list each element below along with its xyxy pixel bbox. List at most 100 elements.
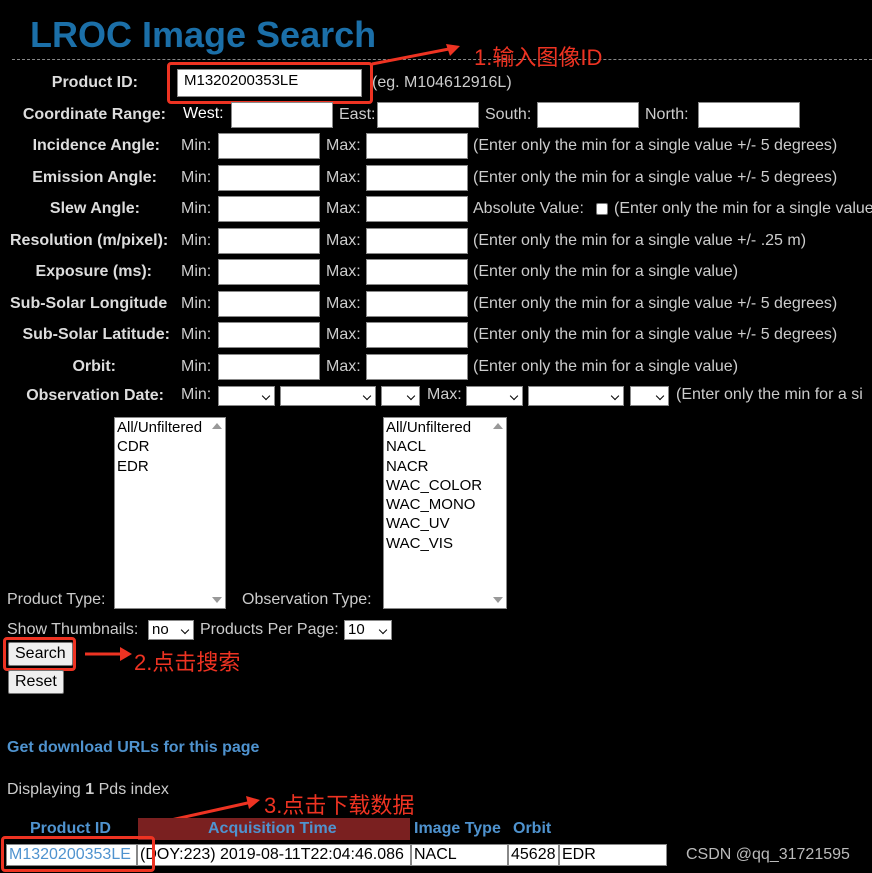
absolute-value-label: Absolute Value:: [473, 200, 584, 217]
slew-angle-label: Slew Angle:: [49, 200, 140, 217]
max-label: Max:: [326, 263, 361, 280]
result-image-type: NACL: [411, 844, 508, 866]
observation-type-option[interactable]: WAC_MONO: [384, 495, 506, 514]
north-label: North:: [645, 106, 689, 123]
max-label: Max:: [326, 326, 361, 343]
product-type-scrollbar[interactable]: [208, 418, 225, 608]
observation-date-label: Observation Date:: [26, 387, 164, 404]
annotation-step1: 1.输入图像ID: [474, 45, 603, 70]
slew-min-input[interactable]: [218, 196, 320, 222]
product-id-hint: (eg. M104612916L): [372, 74, 512, 91]
observation-type-option[interactable]: NACL: [384, 437, 506, 456]
sub-solar-longitude-hint: (Enter only the min for a single value +…: [473, 295, 838, 312]
west-label: West:: [183, 105, 224, 122]
incidence-min-input[interactable]: [218, 133, 320, 159]
orbit-max-input[interactable]: [366, 354, 468, 380]
product-type-listbox[interactable]: All/Unfiltered CDR EDR: [114, 417, 226, 609]
incidence-max-input[interactable]: [366, 133, 468, 159]
observation-type-listbox[interactable]: All/Unfiltered NACL NACR WAC_COLOR WAC_M…: [383, 417, 507, 609]
emission-hint: (Enter only the min for a single value +…: [473, 169, 838, 186]
sub-solar-longitude-max-input[interactable]: [366, 291, 468, 317]
result-orbit: 45628: [508, 844, 559, 866]
displaying-prefix: Displaying: [7, 781, 81, 798]
south-label: South:: [485, 106, 532, 123]
emission-min-input[interactable]: [218, 165, 320, 191]
exposure-min-input[interactable]: [218, 259, 320, 285]
east-label: East:: [339, 106, 376, 123]
observation-type-option[interactable]: NACR: [384, 457, 506, 476]
product-id-label: Product ID:: [51, 74, 138, 91]
observation-type-option[interactable]: WAC_COLOR: [384, 476, 506, 495]
annotation-arrow-1: [371, 44, 460, 66]
max-label: Max:: [326, 169, 361, 186]
observation-type-scrollbar[interactable]: [489, 418, 506, 608]
incidence-angle-label: Incidence Angle:: [32, 137, 160, 154]
min-label: Min:: [181, 326, 212, 343]
resolution-hint: (Enter only the min for a single value +…: [473, 232, 807, 249]
sub-solar-latitude-label: Sub-Solar Latitude:: [22, 326, 170, 343]
column-header-acquisition-time[interactable]: Acquisition Time: [208, 820, 337, 838]
sub-solar-longitude-label: Sub-Solar Longitude: [10, 295, 168, 312]
emission-max-input[interactable]: [366, 165, 468, 191]
min-label: Min:: [181, 295, 212, 312]
slew-max-input[interactable]: [366, 196, 468, 222]
max-label: Max:: [326, 358, 361, 375]
date-min-year-select[interactable]: [381, 386, 420, 406]
min-label: Min:: [181, 169, 212, 186]
date-max-day-select[interactable]: [528, 386, 624, 406]
date-max-month-select[interactable]: [466, 386, 523, 406]
download-urls-link[interactable]: Get download URLs for this page: [7, 739, 259, 757]
column-header-orbit[interactable]: Orbit: [513, 820, 551, 838]
min-label: Min:: [181, 263, 212, 280]
column-header-image-type[interactable]: Image Type: [414, 820, 501, 838]
date-min-label: Min:: [181, 386, 212, 403]
date-min-day-select[interactable]: [280, 386, 376, 406]
date-max-label: Max:: [427, 386, 462, 403]
min-label: Min:: [181, 137, 212, 154]
exposure-max-input[interactable]: [366, 259, 468, 285]
observation-type-option[interactable]: All/Unfiltered: [384, 418, 506, 437]
search-button[interactable]: Search: [8, 642, 73, 666]
resolution-max-input[interactable]: [366, 228, 468, 254]
result-acquisition-time: (DOY:223) 2019-08-11T22:04:46.086: [137, 844, 411, 866]
absolute-value-checkbox[interactable]: [596, 203, 608, 215]
scroll-up-icon[interactable]: [212, 423, 222, 429]
incidence-hint: (Enter only the min for a single value +…: [473, 137, 838, 154]
exposure-hint: (Enter only the min for a single value): [473, 263, 739, 280]
min-label: Min:: [181, 232, 212, 249]
observation-type-option[interactable]: WAC_UV: [384, 514, 506, 533]
date-max-year-select[interactable]: [630, 386, 669, 406]
sub-solar-latitude-max-input[interactable]: [366, 322, 468, 348]
sub-solar-longitude-min-input[interactable]: [218, 291, 320, 317]
annotation-step2: 2.点击搜索: [134, 650, 241, 675]
coordinate-range-label: Coordinate Range:: [22, 106, 166, 123]
observation-type-option[interactable]: WAC_VIS: [384, 534, 506, 553]
east-input[interactable]: [377, 102, 479, 128]
exposure-label: Exposure (ms):: [35, 263, 152, 280]
scroll-down-icon[interactable]: [212, 597, 222, 603]
products-per-page-select[interactable]: 10: [344, 620, 392, 640]
south-input[interactable]: [537, 102, 639, 128]
result-product-type: EDR: [559, 844, 667, 866]
reset-button[interactable]: Reset: [8, 670, 64, 694]
resolution-label: Resolution (m/pixel):: [10, 232, 169, 249]
sub-solar-latitude-hint: (Enter only the min for a single value +…: [473, 326, 838, 343]
slew-hint: (Enter only the min for a single value: [614, 200, 872, 217]
west-input[interactable]: [231, 102, 333, 128]
product-id-input[interactable]: M1320200353LE: [177, 69, 362, 97]
displaying-count: 1: [85, 781, 95, 798]
sub-solar-latitude-min-input[interactable]: [218, 322, 320, 348]
resolution-min-input[interactable]: [218, 228, 320, 254]
min-label: Min:: [181, 200, 212, 217]
date-min-month-select[interactable]: [218, 386, 275, 406]
north-input[interactable]: [698, 102, 800, 128]
annotation-step3: 3.点击下载数据: [264, 793, 415, 818]
scroll-down-icon[interactable]: [493, 597, 503, 603]
orbit-min-input[interactable]: [218, 354, 320, 380]
show-thumbnails-select[interactable]: no: [148, 620, 194, 640]
annotation-arrow-2: [85, 647, 132, 661]
min-label: Min:: [181, 358, 212, 375]
observation-type-label: Observation Type:: [242, 591, 372, 608]
scroll-up-icon[interactable]: [493, 423, 503, 429]
max-label: Max:: [326, 200, 361, 217]
